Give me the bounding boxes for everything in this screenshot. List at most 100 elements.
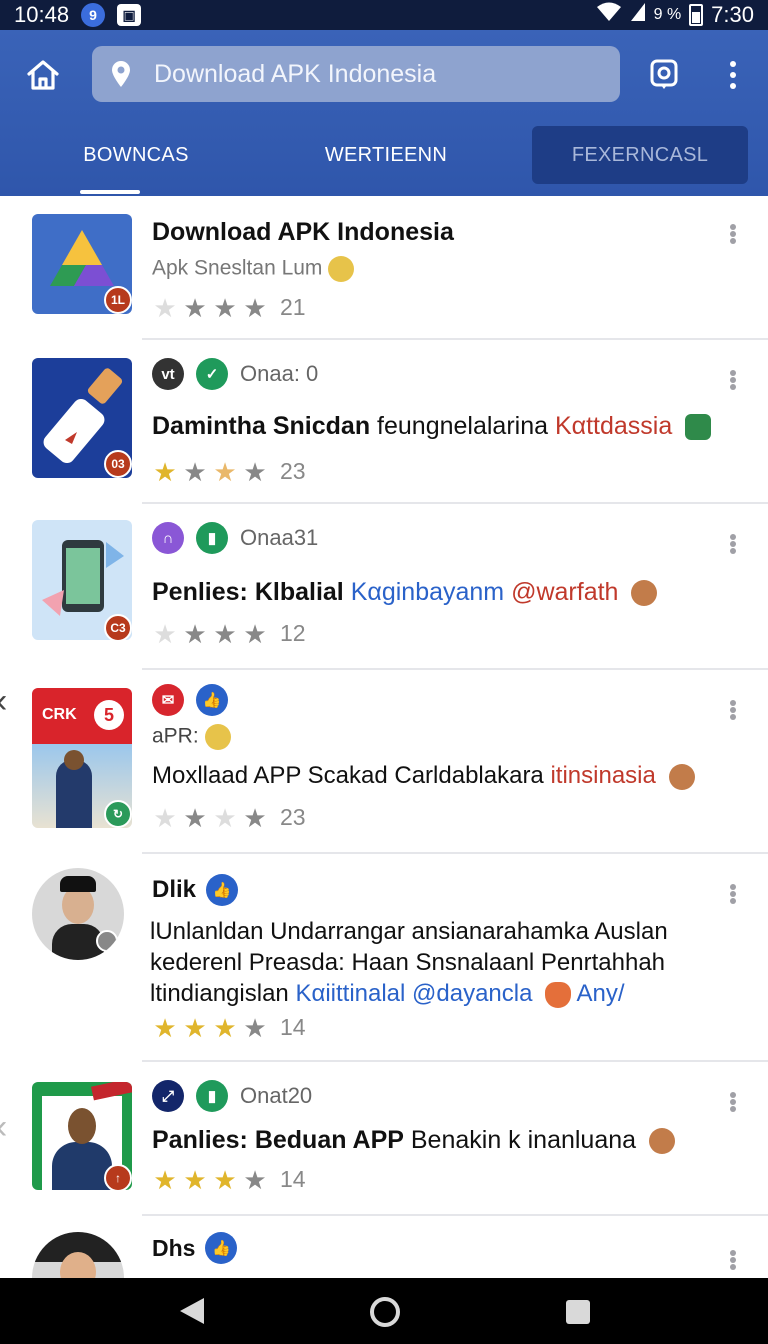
item-title: Panlies: Beduan APP Benakin k inanluana (152, 1126, 675, 1155)
person-emoji-icon (649, 1128, 675, 1155)
home-button[interactable] (22, 54, 64, 96)
overflow-menu-button[interactable] (722, 58, 744, 92)
camera-icon (650, 59, 678, 89)
item-title: Dhs (152, 1234, 196, 1261)
location-pin-icon (110, 60, 134, 88)
star-icon: ★ (213, 802, 237, 833)
chevron-left-icon: ‹ (0, 1108, 7, 1147)
star-icon: ★ (153, 1012, 177, 1043)
thumb-badge: C3 (104, 614, 132, 640)
rating: ★ ★ ★ ★ 12 (152, 618, 306, 649)
rating: ★ ★ ★ ★ 23 (152, 456, 305, 487)
chevron-left-icon: ‹ (0, 682, 7, 721)
item-subtitle: Apk Snesltan Lum (152, 256, 355, 282)
item-title: Damintha Snicdan feungnelalarina Kαttdas… (152, 412, 712, 441)
person-emoji-icon (631, 580, 658, 607)
system-nav-bar (0, 1278, 768, 1344)
rating-count: 12 (280, 620, 306, 646)
item-meta: vt ✓ Onaa: 0 (152, 358, 318, 390)
camera-button[interactable] (648, 58, 680, 90)
dot-icon (730, 72, 736, 78)
list-item[interactable]: ‹ CRK 5 ↻ ✉ 👍 aPR: Moxllaad APP Scakad C… (0, 670, 768, 854)
list-item[interactable]: 03 vt ✓ Onaa: 0 Damintha Snicdan feungne… (0, 340, 768, 504)
notification-app-icon: ▣ (117, 4, 142, 26)
star-icon: ★ (213, 618, 237, 649)
dev-logo-icon: ∩ (152, 522, 184, 554)
star-icon: ★ (153, 802, 177, 833)
avatar (32, 1232, 124, 1278)
star-icon: ★ (183, 802, 207, 833)
heart-emoji-icon (545, 981, 572, 1008)
item-meta: ⤢ ▮ Onat20 (152, 1080, 312, 1112)
home-nav-icon[interactable] (370, 1297, 400, 1327)
rating-count: 21 (280, 294, 306, 320)
app-thumbnail: C3 (32, 520, 132, 640)
thumb-label: CRK (42, 706, 77, 723)
item-more-button[interactable] (728, 1092, 738, 1112)
hand-emoji-icon (685, 414, 712, 441)
item-meta: ∩ ▮ Onaa31 (152, 522, 318, 554)
star-icon: ★ (243, 1164, 267, 1195)
app-bar: Download APK Indonesia BOWNCAS WERTIEENN… (0, 30, 768, 196)
dot-icon (730, 83, 736, 89)
rating: ★ ★ ★ ★ 21 (152, 292, 306, 323)
list-item[interactable]: Dhs 👍 (0, 1216, 768, 1278)
thumbs-up-icon: 👍 (206, 874, 239, 906)
item-more-button[interactable] (728, 1250, 738, 1270)
item-more-button[interactable] (728, 700, 738, 720)
item-more-button[interactable] (728, 884, 738, 904)
back-icon[interactable] (180, 1298, 204, 1324)
stats-icon: ▮ (196, 522, 228, 554)
dev-logo-icon: vt (152, 358, 184, 390)
app-thumbnail: 1L (32, 214, 132, 314)
status-clock: 7:30 (711, 2, 754, 27)
home-icon (27, 60, 59, 90)
star-icon: ★ (183, 456, 207, 487)
item-more-button[interactable] (728, 534, 738, 554)
battery-percent: 9 % (653, 6, 682, 23)
list-item[interactable]: Dlik 👍 lUnlanldan Undarrangar ansianarah… (0, 854, 768, 1062)
list-item[interactable]: C3 ∩ ▮ Onaa31 Penlies: Klbalial Kαginbay… (0, 504, 768, 670)
recents-icon[interactable] (566, 1300, 590, 1324)
verified-icon: ✓ (196, 358, 228, 390)
star-icon: ★ (213, 1164, 237, 1195)
star-icon: ★ (243, 456, 267, 487)
thumbs-up-icon: 👍 (196, 684, 228, 716)
emoji-face-icon (328, 256, 355, 282)
app-thumbnail: ↑ (32, 1082, 132, 1190)
item-title: Penlies: Klbalial Kαginbayanm @warfath (152, 578, 658, 607)
tab-downloads[interactable]: BOWNCAS (60, 126, 212, 184)
item-subtitle: aPR: (152, 724, 231, 750)
star-icon: ★ (153, 618, 177, 649)
app-list[interactable]: 1L Download APK Indonesia Apk Snesltan L… (0, 196, 768, 1278)
star-icon: ★ (153, 456, 177, 487)
item-meta: Dhs 👍 (152, 1232, 238, 1264)
item-meta: ✉ 👍 (152, 684, 228, 716)
search-query: Download APK Indonesia (154, 59, 437, 88)
signal-icon (630, 2, 646, 28)
item-more-button[interactable] (728, 370, 738, 390)
star-icon: ★ (183, 618, 207, 649)
person-emoji-icon (668, 763, 695, 790)
gmail-icon: ✉ (152, 684, 184, 716)
emoji-face-icon (204, 724, 231, 750)
item-meta: Dlik 👍 (152, 874, 239, 906)
list-item[interactable]: 1L Download APK Indonesia Apk Snesltan L… (0, 196, 768, 340)
star-icon: ★ (243, 1012, 267, 1043)
notification-badge-icon: 9 (81, 3, 106, 27)
star-icon: ★ (243, 618, 267, 649)
rating-count: 14 (280, 1166, 306, 1192)
star-icon: ★ (243, 292, 267, 323)
tab-secondary[interactable]: WERTIEENN (300, 126, 472, 184)
star-icon: ★ (153, 1164, 177, 1195)
item-description: lUnlanldan Undarrangar ansianarahamka Au… (150, 918, 668, 1008)
status-time: 10:48 (14, 2, 70, 27)
tab-third[interactable]: FEXERNCASL (532, 126, 748, 184)
item-title: Dlik (152, 876, 197, 903)
rating: ★ ★ ★ ★ 23 (152, 802, 305, 833)
star-icon: ★ (183, 292, 207, 323)
item-more-button[interactable] (728, 224, 738, 244)
search-field[interactable]: Download APK Indonesia (92, 46, 620, 102)
list-item[interactable]: ‹ ↑ ⤢ ▮ Onat20 Panlies: Beduan APP Benak… (0, 1062, 768, 1216)
star-icon: ★ (213, 292, 237, 323)
